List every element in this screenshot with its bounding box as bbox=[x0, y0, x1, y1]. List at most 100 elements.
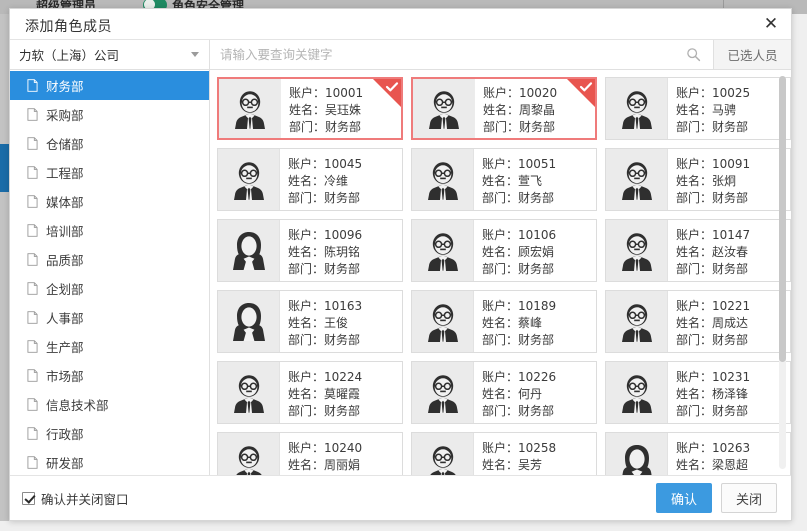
add-role-member-dialog: 添加角色成员 ✕ 力软（上海）公司 已选人员 财务部采购部仓储部工程部媒体部培训… bbox=[9, 8, 792, 521]
person-account-line: 账户：10258 bbox=[482, 440, 596, 457]
sidebar-item-department[interactable]: 行政部 bbox=[10, 419, 209, 448]
person-card-info: 账户：10051 姓名：萱飞 部门：财务部 bbox=[474, 149, 596, 210]
name-label: 姓名： bbox=[676, 458, 713, 472]
name-value: 何丹 bbox=[518, 387, 543, 401]
account-label: 账户： bbox=[482, 299, 519, 313]
sidebar-item-label: 行政部 bbox=[46, 427, 84, 442]
sidebar-item-department[interactable]: 媒体部 bbox=[10, 187, 209, 216]
name-value: 杨泽锋 bbox=[712, 387, 749, 401]
name-value: 周丽娟 bbox=[324, 458, 361, 472]
department-label: 部门： bbox=[676, 120, 713, 134]
avatar bbox=[606, 78, 668, 139]
confirm-and-close-label: 确认并关闭窗口 bbox=[41, 491, 129, 507]
confirm-button[interactable]: 确认 bbox=[656, 483, 712, 513]
person-name-line: 姓名：赵汝春 bbox=[676, 244, 790, 261]
person-card-info: 账户：10001 姓名：吴珏姝 部门：财务部 bbox=[281, 79, 401, 138]
confirm-and-close-checkbox-box[interactable] bbox=[22, 491, 35, 505]
document-icon bbox=[27, 224, 38, 237]
department-label: 部门： bbox=[482, 404, 519, 418]
person-card[interactable]: 账户：10001 姓名：吴珏姝 部门：财务部 bbox=[217, 77, 403, 140]
person-account-line: 账户：10096 bbox=[288, 227, 402, 244]
sidebar-item-department[interactable]: 采购部 bbox=[10, 100, 209, 129]
department-value: 财务部 bbox=[324, 333, 361, 347]
sidebar-item-department[interactable]: 财务部 bbox=[10, 71, 209, 100]
person-card-info: 账户：10221 姓名：周成达 部门：财务部 bbox=[668, 291, 790, 352]
card-panel-scrollbar[interactable] bbox=[779, 76, 786, 469]
person-card[interactable]: 账户：10221 姓名：周成达 部门：财务部 bbox=[605, 290, 791, 353]
person-card-info: 账户：10106 姓名：顾宏娟 部门：财务部 bbox=[474, 220, 596, 281]
name-label: 姓名： bbox=[676, 245, 713, 259]
person-card[interactable]: 账户：10231 姓名：杨泽锋 部门：财务部 bbox=[605, 361, 791, 424]
name-label: 姓名： bbox=[676, 387, 713, 401]
document-icon bbox=[27, 340, 38, 353]
account-label: 账户： bbox=[676, 299, 713, 313]
person-card-info: 账户：10045 姓名：冷维 部门：财务部 bbox=[280, 149, 402, 210]
account-label: 账户： bbox=[676, 370, 713, 384]
department-label: 部门： bbox=[288, 404, 325, 418]
sidebar-item-department[interactable]: 市场部 bbox=[10, 361, 209, 390]
person-card[interactable]: 账户：10240姓名：周丽娟部门：财务部 bbox=[217, 432, 403, 475]
person-card[interactable]: 账户：10258姓名：吴芳部门：财务部 bbox=[411, 432, 597, 475]
name-label: 姓名： bbox=[482, 458, 519, 472]
sidebar-item-department[interactable]: 生产部 bbox=[10, 332, 209, 361]
name-label: 姓名： bbox=[482, 316, 519, 330]
department-value: 财务部 bbox=[518, 262, 555, 276]
account-label: 账户： bbox=[676, 86, 713, 100]
sidebar-item-department[interactable]: 工程部 bbox=[10, 158, 209, 187]
account-value: 10263 bbox=[712, 441, 751, 455]
person-card[interactable]: 账户：10263姓名：梁恩超部门：财务部 bbox=[605, 432, 791, 475]
name-value: 周成达 bbox=[712, 316, 749, 330]
sidebar-item-department[interactable]: 研发部 bbox=[10, 448, 209, 475]
person-card[interactable]: 账户：10096 姓名：陈玥铭 部门：财务部 bbox=[217, 219, 403, 282]
confirm-and-close-checkbox[interactable]: 确认并关闭窗口 bbox=[22, 489, 129, 508]
person-card-info: 账户：10189 姓名：蔡峰 部门：财务部 bbox=[474, 291, 596, 352]
search-input[interactable] bbox=[210, 40, 713, 69]
person-card[interactable]: 账户：10226 姓名：何丹 部门：财务部 bbox=[411, 361, 597, 424]
dialog-header: 添加角色成员 ✕ bbox=[10, 9, 791, 40]
sidebar-item-department[interactable]: 仓储部 bbox=[10, 129, 209, 158]
document-icon bbox=[27, 369, 38, 382]
name-value: 蔡峰 bbox=[518, 316, 543, 330]
person-card[interactable]: 账户：10163 姓名：王俊 部门：财务部 bbox=[217, 290, 403, 353]
department-value: 财务部 bbox=[712, 333, 749, 347]
avatar-male-icon bbox=[621, 90, 652, 129]
person-name-line: 姓名：杨泽锋 bbox=[676, 386, 790, 403]
sidebar-item-department[interactable]: 企划部 bbox=[10, 274, 209, 303]
document-icon bbox=[27, 427, 38, 440]
sidebar-item-department[interactable]: 品质部 bbox=[10, 245, 209, 274]
person-name-line: 姓名：萱飞 bbox=[482, 173, 596, 190]
sidebar-item-label: 市场部 bbox=[46, 369, 84, 384]
sidebar-item-department[interactable]: 人事部 bbox=[10, 303, 209, 332]
account-value: 10221 bbox=[712, 299, 751, 313]
card-panel-scroll-thumb[interactable] bbox=[779, 76, 786, 362]
close-icon[interactable]: ✕ bbox=[760, 13, 782, 35]
person-account-line: 账户：10020 bbox=[483, 85, 595, 102]
department-value: 财务部 bbox=[324, 404, 361, 418]
person-card[interactable]: 账户：10025 姓名：马骋 部门：财务部 bbox=[605, 77, 791, 140]
search-icon[interactable] bbox=[686, 47, 701, 62]
sidebar-item-department[interactable]: 培训部 bbox=[10, 216, 209, 245]
department-label: 部门： bbox=[288, 262, 325, 276]
selected-people-button[interactable]: 已选人员 bbox=[713, 40, 791, 69]
person-card[interactable]: 账户：10106 姓名：顾宏娟 部门：财务部 bbox=[411, 219, 597, 282]
department-label: 部门： bbox=[288, 191, 325, 205]
person-card[interactable]: 账户：10051 姓名：萱飞 部门：财务部 bbox=[411, 148, 597, 211]
person-card[interactable]: 账户：10224 姓名：莫曜霞 部门：财务部 bbox=[217, 361, 403, 424]
avatar bbox=[219, 79, 281, 138]
person-department-line: 部门：财务部 bbox=[288, 261, 402, 278]
account-label: 账户： bbox=[288, 228, 325, 242]
person-card[interactable]: 账户：10147 姓名：赵汝春 部门：财务部 bbox=[605, 219, 791, 282]
document-icon bbox=[27, 282, 38, 295]
organization-select[interactable]: 力软（上海）公司 bbox=[10, 40, 210, 69]
person-department-line: 部门：财务部 bbox=[482, 332, 596, 349]
person-card[interactable]: 账户：10189 姓名：蔡峰 部门：财务部 bbox=[411, 290, 597, 353]
close-button[interactable]: 关闭 bbox=[721, 483, 777, 513]
sidebar-item-label: 品质部 bbox=[46, 253, 84, 268]
person-card[interactable]: 账户：10020 姓名：周黎晶 部门：财务部 bbox=[411, 77, 597, 140]
person-card[interactable]: 账户：10045 姓名：冷维 部门：财务部 bbox=[217, 148, 403, 211]
sidebar-item-department[interactable]: 信息技术部 bbox=[10, 390, 209, 419]
person-card[interactable]: 账户：10091 姓名：张炯 部门：财务部 bbox=[605, 148, 791, 211]
document-icon bbox=[27, 108, 38, 121]
department-value: 财务部 bbox=[325, 120, 362, 134]
document-icon bbox=[27, 166, 38, 179]
